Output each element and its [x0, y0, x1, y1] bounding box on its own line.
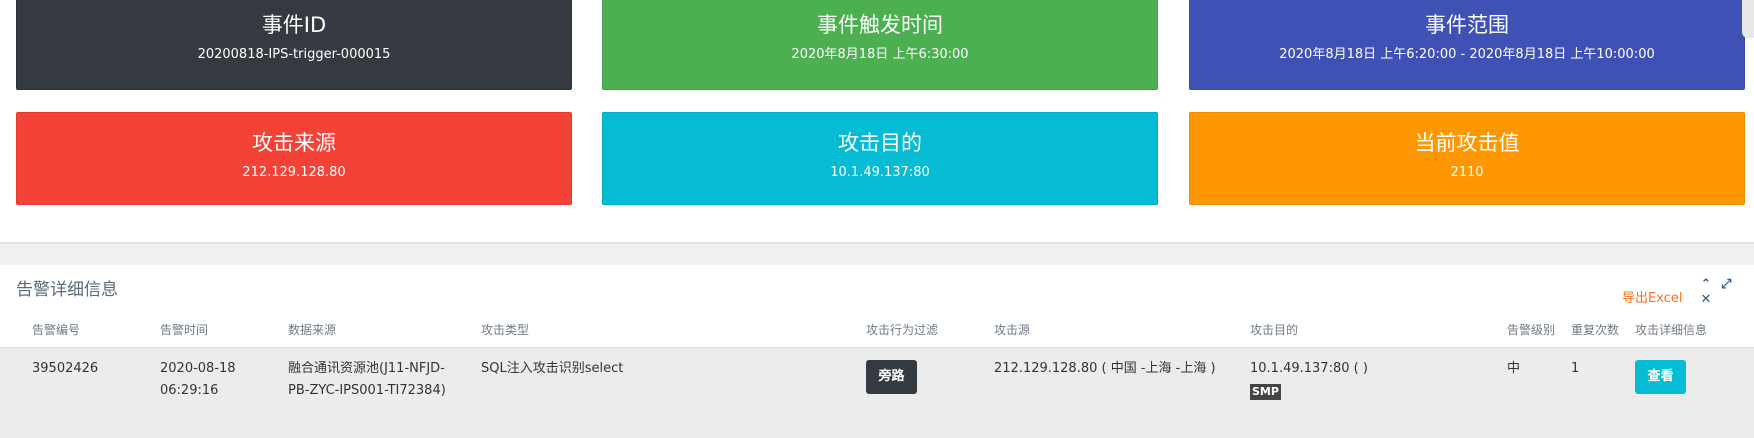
cell-repeat: 1	[1571, 361, 1580, 376]
card-title: 攻击目的	[838, 131, 922, 155]
header-data-source[interactable]: 数据来源	[288, 321, 336, 338]
expand-icon[interactable]: ⤢	[1718, 277, 1734, 292]
card-title: 当前攻击值	[1414, 131, 1520, 155]
card-title: 事件范围	[1425, 13, 1509, 37]
attack-value-card: 当前攻击值 2110	[1189, 112, 1745, 205]
collapse-icon[interactable]: ⌃	[1698, 277, 1714, 292]
target-tag-badge: SMP	[1250, 384, 1281, 400]
header-level[interactable]: 告警级别	[1507, 321, 1555, 338]
header-detail: 攻击详细信息	[1635, 323, 1708, 337]
cell-data-source: 融合通讯资源池(J11-NFJD-PB-ZYC-IPS001-TI72384)	[288, 361, 446, 398]
header-repeat[interactable]: 重复次数	[1571, 321, 1619, 338]
export-excel-link[interactable]: 导出Excel	[1622, 287, 1682, 306]
card-value: 2110	[1450, 165, 1484, 180]
header-target[interactable]: 攻击目的	[1250, 321, 1298, 338]
event-range-card: 事件范围 2020年8月18日 上午6:20:00 - 2020年8月18日 上…	[1189, 0, 1745, 90]
header-alert-id[interactable]: 告警编号	[32, 321, 80, 338]
cell-attacker: 212.129.128.80 ( 中国 -上海 -上海 )	[994, 361, 1216, 376]
card-value: 212.129.128.80	[242, 165, 346, 180]
close-icon[interactable]: ✕	[1698, 292, 1714, 307]
card-title: 事件ID	[261, 13, 327, 37]
attack-source-card: 攻击来源 212.129.128.80	[16, 112, 572, 205]
panel-title: 告警详细信息	[16, 280, 118, 300]
alert-detail-panel: 告警详细信息 导出Excel ⌃ ⤢ ✕ 告警编号 告警时间 数据来源 攻击类型…	[0, 265, 1754, 438]
header-alert-time[interactable]: 告警时间	[160, 321, 208, 338]
scrollbar-handle[interactable]	[1742, 0, 1754, 38]
card-value: 2020年8月18日 上午6:20:00 - 2020年8月18日 上午10:0…	[1279, 47, 1655, 62]
cell-attack-type: SQL注入攻击识别select	[481, 361, 624, 376]
header-attack-type[interactable]: 攻击类型	[481, 321, 529, 338]
header-attack-filter[interactable]: 攻击行为过滤	[866, 321, 938, 338]
card-value: 2020年8月18日 上午6:30:00	[791, 47, 969, 62]
view-detail-button[interactable]: 查看	[1635, 360, 1686, 394]
card-value: 20200818-IPS-trigger-000015	[197, 47, 391, 62]
cell-alert-time: 2020-08-18 06:29:16	[160, 361, 236, 398]
filter-bypass-badge[interactable]: 旁路	[866, 360, 917, 394]
card-title: 攻击来源	[252, 131, 336, 155]
card-title: 事件触发时间	[817, 13, 943, 37]
event-id-card: 事件ID 20200818-IPS-trigger-000015	[16, 0, 572, 90]
attack-target-card: 攻击目的 10.1.49.137:80	[602, 112, 1158, 205]
header-attacker[interactable]: 攻击源	[994, 321, 1030, 338]
cell-target: 10.1.49.137:80 ( )	[1250, 361, 1368, 376]
card-value: 10.1.49.137:80	[830, 165, 930, 180]
cell-level: 中	[1507, 361, 1521, 376]
table-row[interactable]: 39502426 2020-08-18 06:29:16 融合通讯资源池(J11…	[0, 347, 1754, 438]
event-summary-area: 事件ID 20200818-IPS-trigger-000015 事件触发时间 …	[0, 0, 1754, 244]
panel-tools: ⌃ ⤢ ✕	[1698, 277, 1754, 307]
trigger-time-card: 事件触发时间 2020年8月18日 上午6:30:00	[602, 0, 1158, 90]
cell-alert-id: 39502426	[32, 361, 99, 376]
section-divider	[0, 242, 1754, 244]
